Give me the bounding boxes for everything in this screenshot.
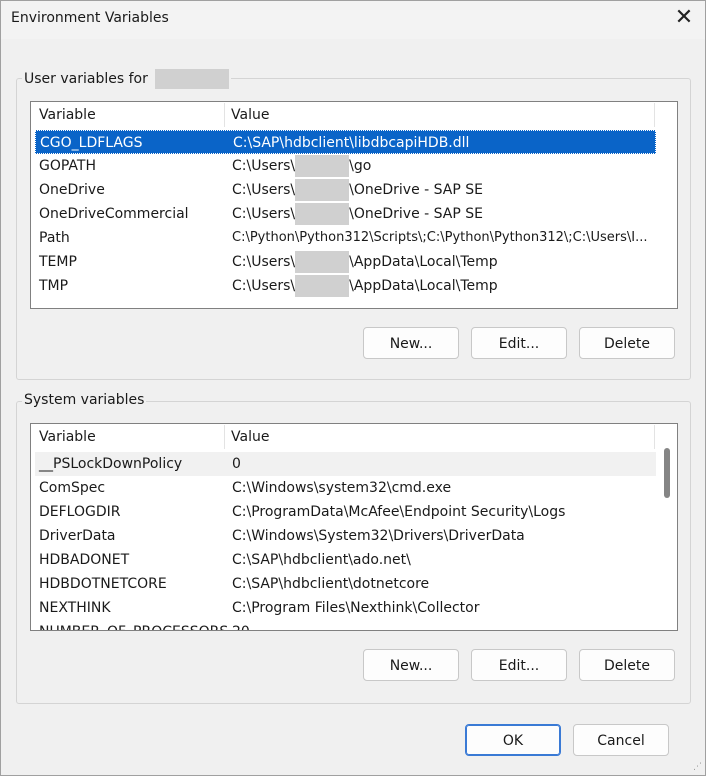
column-divider (224, 425, 225, 449)
cancel-button[interactable]: Cancel (573, 724, 669, 756)
redacted-text (295, 179, 350, 201)
column-header-variable[interactable]: Variable (39, 107, 96, 123)
variable-value: C:\Windows\system32\cmd.exe (232, 480, 452, 496)
environment-variables-dialog: Environment Variables ✕ User variables f… (0, 0, 706, 776)
system-list-header: Variable Value (31, 424, 677, 450)
redacted-text (295, 275, 350, 297)
user-variables-label: User variables for (22, 69, 232, 89)
user-list-header: Variable Value (31, 102, 677, 128)
column-divider (654, 425, 655, 449)
variable-value: C:\SAP\hdbclient\dotnetcore (232, 576, 430, 592)
list-item[interactable]: OneDrive C:\Users\ \OneDrive - SAP SE (35, 178, 656, 202)
column-header-value[interactable]: Value (231, 429, 269, 445)
list-item[interactable]: ComSpec C:\Windows\system32\cmd.exe (35, 476, 656, 500)
variable-name: NEXTHINK (39, 600, 111, 616)
variable-value: C:\SAP\hdbclient\libdbcapiHDB.dll (233, 135, 470, 151)
list-item[interactable]: DEFLOGDIR C:\ProgramData\McAfee\Endpoint… (35, 500, 656, 524)
list-item[interactable]: Path C:\Python\Python312\Scripts\;C:\Pyt… (35, 226, 656, 250)
variable-name: __PSLockDownPolicy (39, 456, 183, 472)
variable-name: GOPATH (39, 158, 96, 174)
variable-name: ComSpec (39, 480, 106, 496)
variable-value: C:\Users\ \OneDrive - SAP SE (232, 178, 483, 202)
user-delete-button[interactable]: Delete (579, 327, 675, 359)
system-edit-button[interactable]: Edit... (471, 649, 567, 681)
list-item[interactable]: CGO_LDFLAGS C:\SAP\hdbclient\libdbcapiHD… (35, 130, 656, 154)
variable-value: C:\SAP\hdbclient\ado.net\ (232, 552, 411, 568)
variable-name: OneDriveCommercial (39, 206, 189, 222)
variable-value: 20 (232, 620, 250, 630)
list-item[interactable]: HDBDOTNETCORE C:\SAP\hdbclient\dotnetcor… (35, 572, 656, 596)
variable-name: TMP (39, 278, 69, 294)
system-delete-button[interactable]: Delete (579, 649, 675, 681)
variable-name: Path (39, 230, 70, 246)
user-edit-button[interactable]: Edit... (471, 327, 567, 359)
variable-name: HDBDOTNETCORE (39, 576, 167, 592)
list-item[interactable]: __PSLockDownPolicy 0 (35, 452, 656, 476)
column-divider (654, 103, 655, 127)
variable-value: C:\Python\Python312\Scripts\;C:\Python\P… (232, 230, 648, 245)
list-item[interactable]: GOPATH C:\Users\ \go (35, 154, 656, 178)
system-new-button[interactable]: New... (363, 649, 459, 681)
variable-name: TEMP (39, 254, 77, 270)
column-divider (224, 103, 225, 127)
close-icon: ✕ (674, 5, 694, 30)
list-item[interactable]: OneDriveCommercial C:\Users\ \OneDrive - … (35, 202, 656, 226)
redacted-username (155, 69, 230, 89)
redacted-text (295, 251, 350, 273)
user-new-button[interactable]: New... (363, 327, 459, 359)
resize-grip-icon[interactable]: ⋰ (693, 762, 702, 772)
list-item[interactable]: TEMP C:\Users\ \AppData\Local\Temp (35, 250, 656, 274)
list-item[interactable]: HDBADONET C:\SAP\hdbclient\ado.net\ (35, 548, 656, 572)
variable-name: DriverData (39, 528, 116, 544)
variable-value: C:\Users\ \OneDrive - SAP SE (232, 202, 483, 226)
system-variables-list[interactable]: Variable Value __PSLockDownPolicy 0 ComS… (30, 423, 678, 631)
title-bar: Environment Variables ✕ (1, 1, 705, 39)
column-header-value[interactable]: Value (231, 107, 269, 123)
list-item[interactable]: NUMBER_OF_PROCESSORS 20 (35, 620, 656, 630)
variable-name: OneDrive (39, 182, 105, 198)
variable-name: CGO_LDFLAGS (40, 135, 143, 151)
redacted-text (295, 155, 350, 177)
system-variables-label: System variables (22, 392, 147, 408)
ok-button[interactable]: OK (465, 724, 561, 756)
redacted-text (295, 203, 350, 225)
variable-value: 0 (232, 456, 241, 472)
variable-value: C:\Windows\System32\Drivers\DriverData (232, 528, 525, 544)
column-header-variable[interactable]: Variable (39, 429, 96, 445)
variable-name: HDBADONET (39, 552, 130, 568)
variable-value: C:\ProgramData\McAfee\Endpoint Security\… (232, 504, 566, 520)
user-variables-list[interactable]: Variable Value CGO_LDFLAGS C:\SAP\hdbcli… (30, 101, 678, 309)
window-title: Environment Variables (11, 10, 169, 26)
variable-name: DEFLOGDIR (39, 504, 121, 520)
close-button[interactable]: ✕ (665, 1, 703, 37)
list-item[interactable]: DriverData C:\Windows\System32\Drivers\D… (35, 524, 656, 548)
variable-value: C:\Users\ \AppData\Local\Temp (232, 274, 498, 298)
variable-value: C:\Users\ \AppData\Local\Temp (232, 250, 498, 274)
variable-name: NUMBER_OF_PROCESSORS (39, 620, 228, 630)
list-item[interactable]: TMP C:\Users\ \AppData\Local\Temp (35, 274, 656, 298)
variable-value: C:\Program Files\Nexthink\Collector (232, 600, 480, 616)
vertical-scrollbar[interactable] (664, 448, 670, 498)
list-item[interactable]: NEXTHINK C:\Program Files\Nexthink\Colle… (35, 596, 656, 620)
variable-value: C:\Users\ \go (232, 154, 371, 178)
